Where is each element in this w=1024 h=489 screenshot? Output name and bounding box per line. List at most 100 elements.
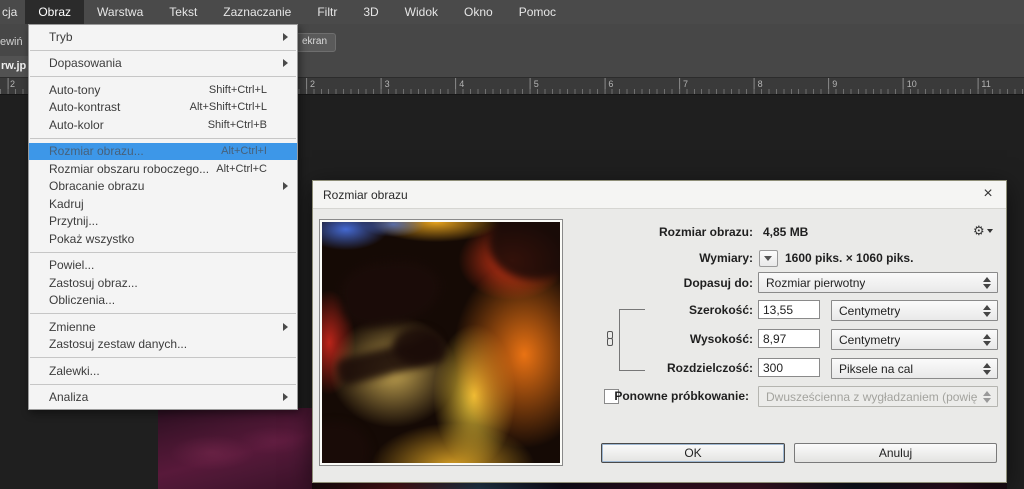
- preview-silhouette-plant: [337, 253, 445, 330]
- menu-item-shortcut: Shift+Ctrl+L: [208, 83, 267, 96]
- scroll-option-fragment[interactable]: ewiń: [0, 36, 23, 48]
- dialog-title-bar[interactable]: Rozmiar obrazu ×: [313, 181, 1006, 209]
- submenu-arrow-icon: [283, 322, 288, 331]
- menubar-item-widok[interactable]: Widok: [392, 0, 451, 24]
- menu-separator: [30, 357, 296, 358]
- menu-separator: [30, 383, 296, 385]
- dimensions-dropdown-button[interactable]: [759, 250, 778, 267]
- fit-to-label: Dopasuj do:: [683, 276, 753, 290]
- menu-item-label: Rozmiar obrazu...: [49, 144, 144, 159]
- menu-item-label: Zalewki...: [49, 363, 100, 378]
- menubar-item-zaznaczanie[interactable]: Zaznaczanie: [210, 0, 304, 24]
- menu-item-label: Obliczenia...: [49, 293, 116, 308]
- menu-item-auto-kolor[interactable]: Auto-kolor Shift+Ctrl+B: [29, 116, 297, 134]
- menu-separator: [30, 313, 296, 314]
- updown-arrows-icon: [983, 276, 991, 290]
- fit-screen-button[interactable]: ekran: [293, 33, 337, 52]
- menubar-item-warstwa[interactable]: Warstwa: [84, 0, 156, 24]
- menubar-item-pomoc[interactable]: Pomoc: [506, 0, 569, 24]
- resolution-label: Rozdzielczość:: [666, 361, 753, 375]
- menu-separator: [30, 76, 296, 77]
- gear-icon[interactable]: ⚙: [973, 223, 993, 239]
- menu-item-label: Rozmiar obszaru roboczego...: [49, 161, 210, 176]
- menu-item-dopasowania[interactable]: Dopasowania: [29, 55, 297, 73]
- image-preview-frame[interactable]: [319, 219, 563, 466]
- menu-item-label: Analiza: [49, 390, 89, 405]
- updown-arrows-icon: [983, 362, 991, 376]
- resolution-input[interactable]: [758, 358, 820, 377]
- menu-item-zalewki[interactable]: Zalewki...: [29, 362, 297, 380]
- resample-label: Ponowne próbkowanie:: [614, 389, 749, 403]
- menu-item-rozmiar-obszaru-roboczego[interactable]: Rozmiar obszaru roboczego... Alt+Ctrl+C: [29, 160, 297, 178]
- height-unit-select[interactable]: Centymetry: [831, 329, 998, 350]
- menu-item-auto-tony[interactable]: Auto-tony Shift+Ctrl+L: [29, 81, 297, 99]
- document-image-fragment: [158, 408, 312, 489]
- updown-arrows-icon: [983, 390, 991, 404]
- ruler-number: 10: [906, 79, 917, 89]
- menubar-item-tekst[interactable]: Tekst: [156, 0, 210, 24]
- menu-item-auto-kontrast[interactable]: Auto-kontrast Alt+Shift+Ctrl+L: [29, 99, 297, 117]
- ruler-number: 2: [310, 79, 316, 89]
- menu-item-kadruj[interactable]: Kadruj: [29, 195, 297, 213]
- document-image-bottom-fragment: [312, 483, 1007, 489]
- ruler-number-left: 2: [10, 79, 16, 89]
- preview-silhouette-hand: [393, 328, 441, 365]
- menu-item-label: Powiel...: [49, 258, 95, 273]
- menu-item-tryb[interactable]: Tryb: [29, 28, 297, 46]
- dimensions-value: 1600 piks. × 1060 piks.: [785, 251, 914, 265]
- menu-item-label: Zastosuj zestaw danych...: [49, 337, 188, 352]
- menu-item-label: Zmienne: [49, 319, 96, 334]
- menu-item-shortcut: Alt+Ctrl+I: [221, 145, 267, 158]
- fit-to-value: Rozmiar pierwotny: [766, 276, 866, 290]
- submenu-arrow-icon: [283, 393, 288, 402]
- menu-item-zastosuj-zestaw-danych[interactable]: Zastosuj zestaw danych...: [29, 336, 297, 354]
- resolution-unit-value: Piksele na cal: [839, 362, 914, 376]
- menu-item-zmienne[interactable]: Zmienne: [29, 318, 297, 336]
- menu-item-zastosuj-obraz[interactable]: Zastosuj obraz...: [29, 274, 297, 292]
- updown-arrows-icon: [983, 333, 991, 347]
- menu-item-label: Auto-kolor: [49, 117, 104, 132]
- preview-dark-corner-bottom: [322, 422, 370, 463]
- ruler-number: 4: [459, 79, 465, 89]
- menu-item-label: Przytnij...: [49, 214, 99, 229]
- ruler-number: 9: [832, 79, 838, 89]
- fit-to-select[interactable]: Rozmiar pierwotny: [758, 272, 998, 293]
- menu-item-label: Kadruj: [49, 196, 84, 211]
- menubar-item-okno[interactable]: Okno: [451, 0, 506, 24]
- menubar-item-3d[interactable]: 3D: [350, 0, 391, 24]
- width-unit-select[interactable]: Centymetry: [831, 300, 998, 321]
- menu-item-powiel[interactable]: Powiel...: [29, 257, 297, 275]
- ruler-number: 3: [384, 79, 390, 89]
- ruler-number: 5: [533, 79, 539, 89]
- menu-separator: [30, 137, 296, 139]
- cancel-button[interactable]: Anuluj: [794, 443, 997, 463]
- menu-item-analiza[interactable]: Analiza: [29, 389, 297, 407]
- obraz-dropdown-menu: Tryb Dopasowania Auto-tony Shift+Ctrl+L Auto…: [28, 24, 298, 410]
- menubar-item-cja[interactable]: cja: [0, 0, 25, 24]
- width-input[interactable]: [758, 300, 820, 319]
- ruler-number: 8: [757, 79, 763, 89]
- menu-item-label: Auto-kontrast: [49, 100, 121, 115]
- menubar-item-obraz[interactable]: Obraz: [25, 0, 85, 24]
- menu-item-label: Tryb: [49, 29, 73, 44]
- resolution-unit-select[interactable]: Piksele na cal: [831, 358, 998, 379]
- menu-item-obliczenia[interactable]: Obliczenia...: [29, 292, 297, 310]
- menu-item-shortcut: Alt+Shift+Ctrl+L: [189, 101, 267, 114]
- menu-bar: cja Obraz Warstwa Tekst Zaznaczanie Filtr 3D Wi…: [0, 0, 1024, 24]
- menu-item-label: Auto-tony: [49, 82, 101, 97]
- menu-item-przytnij[interactable]: Przytnij...: [29, 213, 297, 231]
- menu-item-pokaż-wszystko[interactable]: Pokaż wszystko: [29, 230, 297, 248]
- document-tab[interactable]: rw.jp: [0, 56, 30, 77]
- menu-item-rozmiar-obrazu[interactable]: Rozmiar obrazu... Alt+Ctrl+I: [29, 142, 297, 160]
- preview-dark-corner: [488, 222, 560, 280]
- close-icon[interactable]: ×: [978, 184, 998, 204]
- menubar-item-filtr[interactable]: Filtr: [304, 0, 350, 24]
- menu-item-obracanie-obrazu[interactable]: Obracanie obrazu: [29, 178, 297, 196]
- image-preview: [322, 222, 560, 463]
- height-input[interactable]: [758, 329, 820, 348]
- dialog-title: Rozmiar obrazu: [323, 188, 408, 202]
- ok-button[interactable]: OK: [601, 443, 785, 463]
- width-label: Szerokość:: [688, 303, 753, 317]
- dimensions-label: Wymiary:: [699, 251, 753, 265]
- menu-item-label: Pokaż wszystko: [49, 231, 135, 246]
